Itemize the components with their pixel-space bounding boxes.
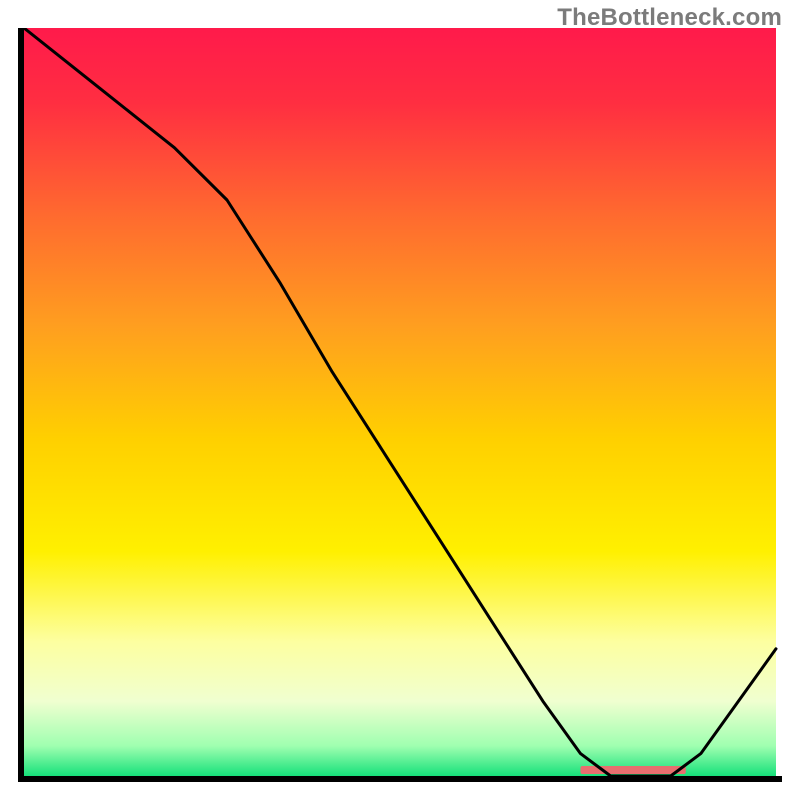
chart-plot — [18, 28, 782, 782]
chart-container: TheBottleneck.com — [0, 0, 800, 800]
plot-background — [24, 28, 776, 776]
